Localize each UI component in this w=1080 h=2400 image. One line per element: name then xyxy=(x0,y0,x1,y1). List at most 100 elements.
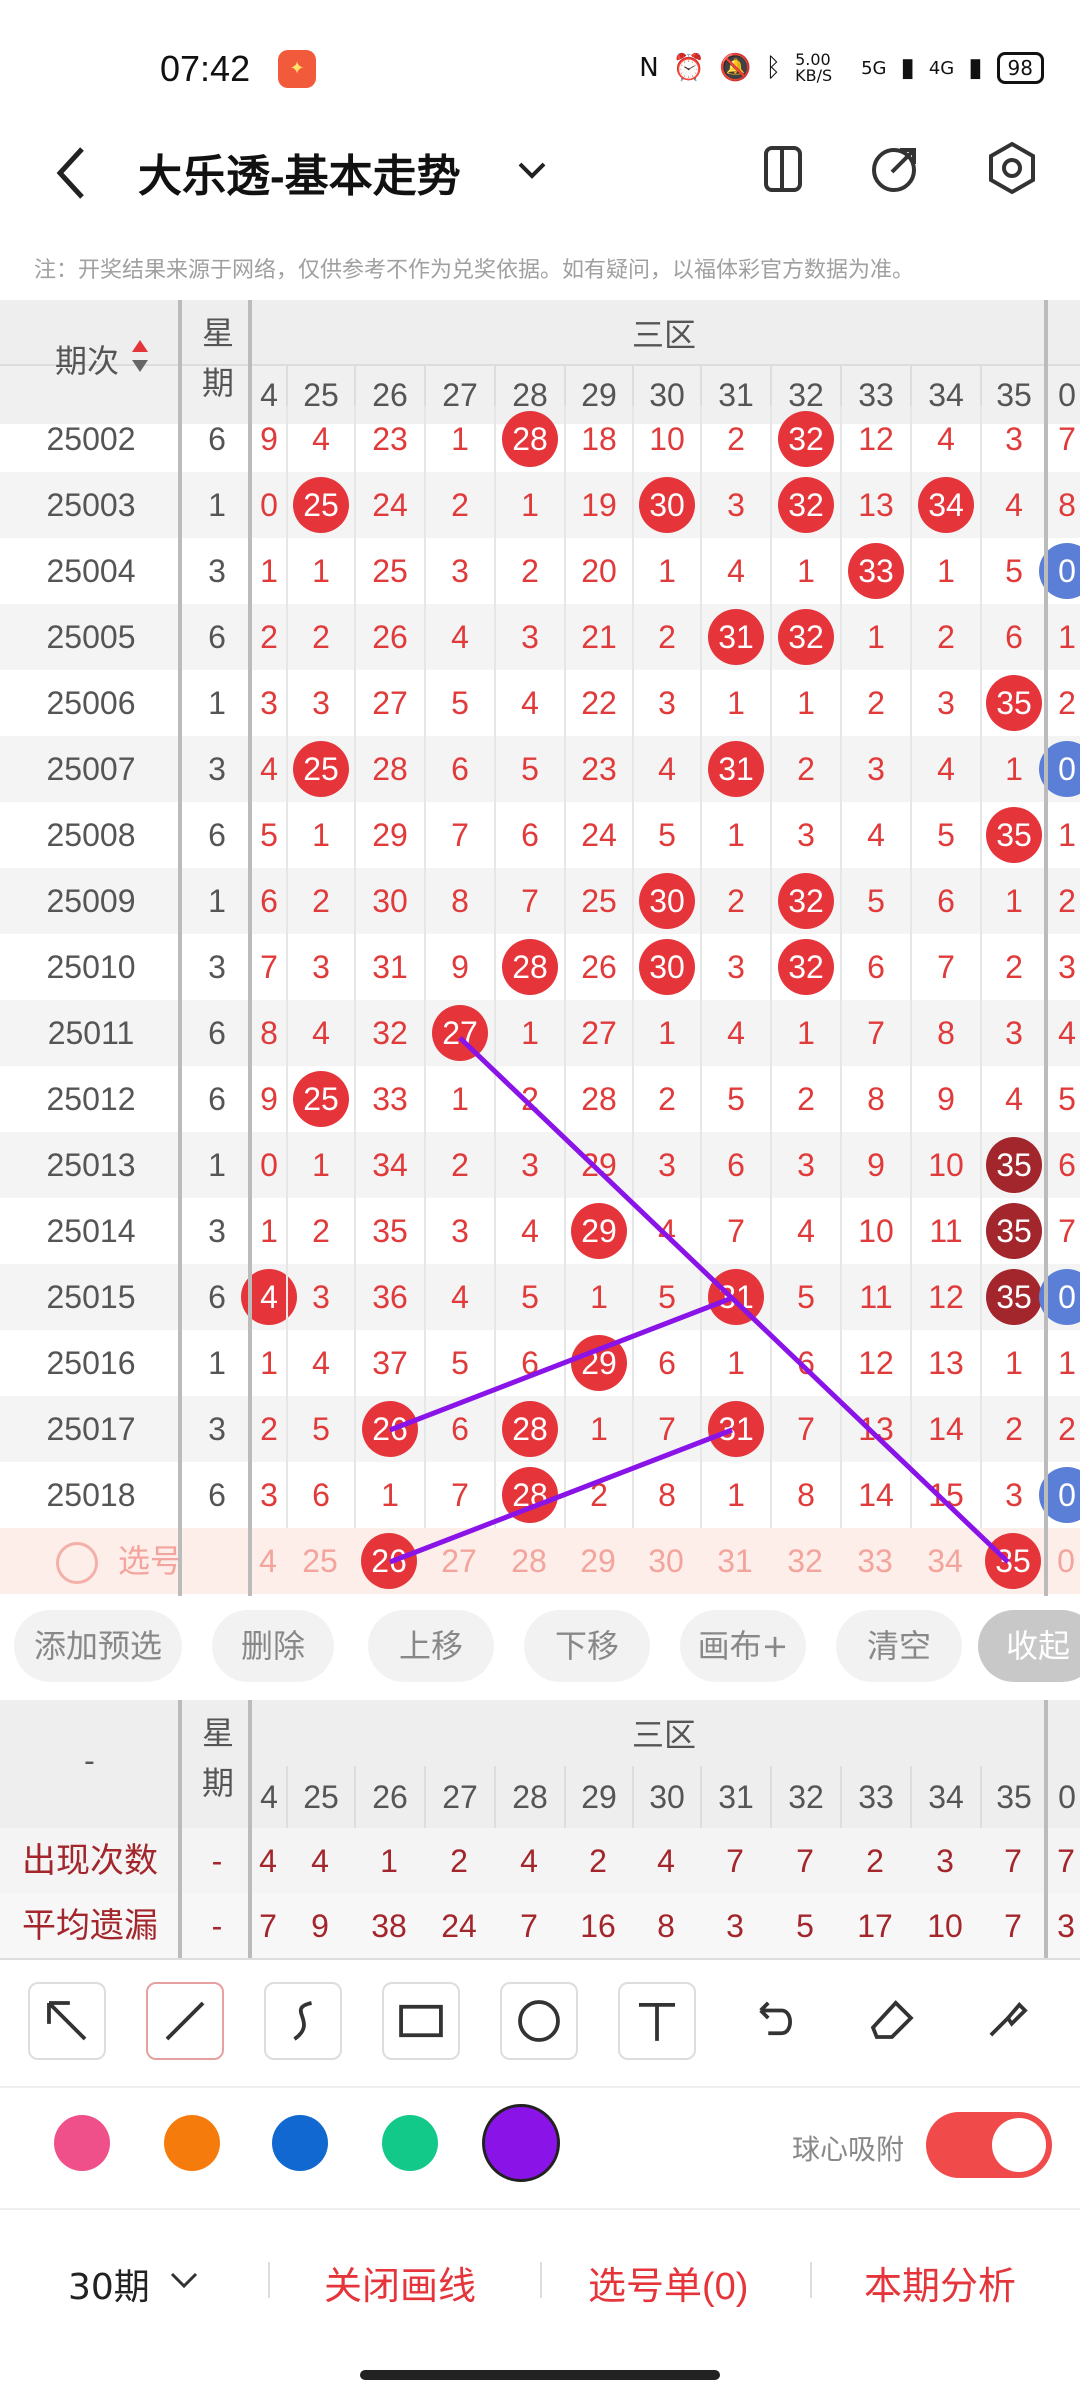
number-cell[interactable]: 27 xyxy=(564,1000,632,1066)
color-swatch[interactable] xyxy=(164,2115,220,2171)
select-cell[interactable]: 25 xyxy=(286,1528,354,1594)
number-cell[interactable]: 30 xyxy=(632,868,700,934)
select-cell[interactable]: 4 xyxy=(250,1528,286,1594)
toolbar-button[interactable]: 下移 xyxy=(524,1610,650,1682)
number-ball[interactable]: 31 xyxy=(708,1269,764,1325)
number-cell[interactable]: 6 xyxy=(770,1330,840,1396)
number-cell[interactable]: 37 xyxy=(354,1330,424,1396)
number-cell[interactable]: 3 xyxy=(910,670,980,736)
number-ball[interactable]: 32 xyxy=(778,609,834,665)
number-cell[interactable]: 34 xyxy=(354,1132,424,1198)
number-cell[interactable]: 6 xyxy=(424,1396,494,1462)
number-cell[interactable]: 4 xyxy=(980,472,1046,538)
toolbar-button[interactable]: 上移 xyxy=(368,1610,494,1682)
number-cell[interactable]: 2 xyxy=(700,868,770,934)
number-cell[interactable]: 0 xyxy=(1039,1462,1080,1528)
number-cell[interactable]: 12 xyxy=(840,406,910,472)
number-cell[interactable]: 4 xyxy=(910,736,980,802)
number-cell[interactable]: 6 xyxy=(286,1462,354,1528)
number-cell[interactable]: 6 xyxy=(494,1330,564,1396)
number-ball[interactable]: 34 xyxy=(918,477,974,533)
number-ball[interactable]: 29 xyxy=(571,1203,627,1259)
number-cell[interactable]: 2 xyxy=(1046,670,1080,736)
number-cell[interactable]: 8 xyxy=(770,1462,840,1528)
number-cell[interactable]: 4 xyxy=(700,1000,770,1066)
number-cell[interactable]: 4 xyxy=(700,538,770,604)
number-cell[interactable]: 3 xyxy=(632,670,700,736)
number-cell[interactable]: 25 xyxy=(354,538,424,604)
number-cell[interactable]: 1 xyxy=(980,736,1046,802)
number-cell[interactable]: 2 xyxy=(1046,868,1080,934)
number-cell[interactable]: 26 xyxy=(564,934,632,1000)
number-cell[interactable]: 3 xyxy=(770,802,840,868)
snap-toggle[interactable] xyxy=(926,2112,1052,2178)
number-cell[interactable]: 32 xyxy=(354,1000,424,1066)
toolbar-button[interactable]: 清空 xyxy=(836,1610,962,1682)
number-cell[interactable]: 5 xyxy=(910,802,980,868)
number-cell[interactable]: 5 xyxy=(700,1066,770,1132)
number-cell[interactable]: 0 xyxy=(1039,736,1080,802)
number-cell[interactable]: 7 xyxy=(700,1198,770,1264)
number-cell[interactable]: 6 xyxy=(250,868,286,934)
analysis-button[interactable]: 本期分析 xyxy=(864,2255,1016,2310)
number-cell[interactable]: 2 xyxy=(980,934,1046,1000)
number-cell[interactable]: 3 xyxy=(286,1264,354,1330)
number-ball[interactable]: 35 xyxy=(986,1137,1042,1193)
number-cell[interactable]: 10 xyxy=(840,1198,910,1264)
number-cell[interactable]: 25 xyxy=(286,736,354,802)
color-swatch[interactable] xyxy=(482,2104,560,2182)
number-cell[interactable]: 8 xyxy=(250,1000,286,1066)
chevron-down-icon[interactable] xyxy=(166,2266,202,2296)
number-ball[interactable]: 25 xyxy=(293,741,349,797)
number-cell[interactable]: 11 xyxy=(840,1264,910,1330)
toolbar-button[interactable]: 收起 xyxy=(978,1610,1080,1682)
number-cell[interactable]: 1 xyxy=(250,538,286,604)
number-cell[interactable]: 1 xyxy=(770,538,840,604)
number-cell[interactable]: 9 xyxy=(250,406,286,472)
number-cell[interactable]: 4 xyxy=(910,406,980,472)
number-cell[interactable]: 1 xyxy=(564,1396,632,1462)
number-cell[interactable]: 3 xyxy=(980,406,1046,472)
number-cell[interactable]: 7 xyxy=(770,1396,840,1462)
number-cell[interactable]: 2 xyxy=(980,1396,1046,1462)
number-cell[interactable]: 13 xyxy=(840,1396,910,1462)
rectangle-icon[interactable] xyxy=(382,1982,460,2060)
number-cell[interactable]: 12 xyxy=(910,1264,980,1330)
number-cell[interactable]: 1 xyxy=(424,406,494,472)
col-period-label[interactable]: 期次 xyxy=(55,336,119,382)
select-cell[interactable]: 29 xyxy=(564,1528,632,1594)
number-cell[interactable]: 23 xyxy=(354,406,424,472)
number-cell[interactable]: 1 xyxy=(700,1330,770,1396)
number-ball[interactable]: 31 xyxy=(708,609,764,665)
number-cell[interactable]: 32 xyxy=(770,868,840,934)
number-cell[interactable]: 2 xyxy=(770,736,840,802)
number-ball[interactable]: 33 xyxy=(848,543,904,599)
chevron-down-icon[interactable] xyxy=(512,150,552,190)
number-cell[interactable]: 0 xyxy=(1039,538,1080,604)
number-cell[interactable]: 1 xyxy=(250,1198,286,1264)
number-cell[interactable]: 18 xyxy=(564,406,632,472)
select-cell[interactable]: 28 xyxy=(494,1528,564,1594)
number-cell[interactable]: 2 xyxy=(250,604,286,670)
number-cell[interactable]: 7 xyxy=(424,802,494,868)
number-cell[interactable]: 28 xyxy=(494,1396,564,1462)
number-cell[interactable]: 33 xyxy=(840,538,910,604)
number-cell[interactable]: 0 xyxy=(1039,1264,1080,1330)
number-ball[interactable]: 35 xyxy=(986,807,1042,863)
number-ball[interactable]: 35 xyxy=(986,1269,1042,1325)
number-cell[interactable]: 6 xyxy=(700,1132,770,1198)
home-indicator[interactable] xyxy=(360,2370,720,2380)
number-cell[interactable]: 3 xyxy=(424,538,494,604)
number-cell[interactable]: 4 xyxy=(241,1264,297,1330)
number-cell[interactable]: 2 xyxy=(700,406,770,472)
number-cell[interactable]: 1 xyxy=(354,1462,424,1528)
number-cell[interactable]: 6 xyxy=(632,1330,700,1396)
toolbar-button[interactable]: 添加预选 xyxy=(14,1610,182,1682)
number-cell[interactable]: 35 xyxy=(980,1198,1046,1264)
number-cell[interactable]: 5 xyxy=(840,868,910,934)
number-cell[interactable]: 7 xyxy=(910,934,980,1000)
number-cell[interactable]: 12 xyxy=(840,1330,910,1396)
number-cell[interactable]: 31 xyxy=(700,736,770,802)
number-cell[interactable]: 35 xyxy=(980,802,1046,868)
select-cell[interactable]: 0 xyxy=(1046,1528,1080,1594)
